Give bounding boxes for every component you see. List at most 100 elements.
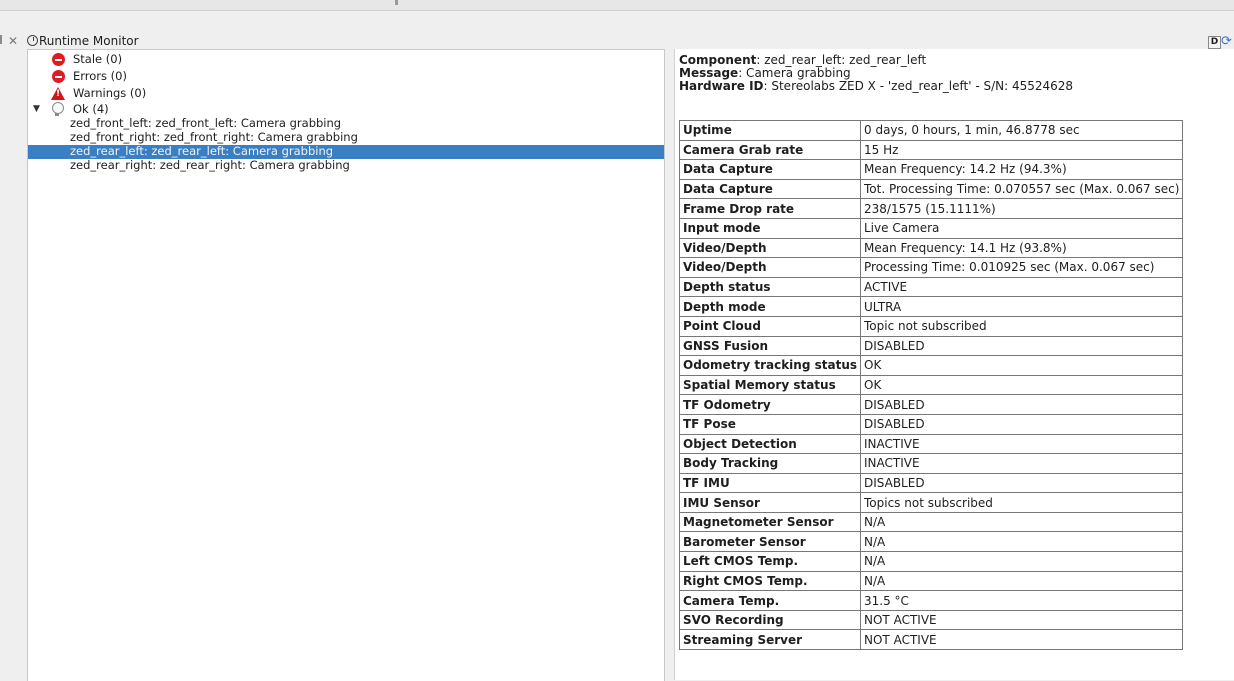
table-row: TF Pose DISABLED <box>679 413 1184 435</box>
table-row: Data Capture Mean Frequency: 14.2 Hz (94.… <box>679 159 1184 180</box>
table-row: Streaming Server NOT ACTIVE <box>679 629 1184 651</box>
tree-item-label: zed_front_right: zed_front_right: Camera… <box>70 130 358 144</box>
diagnostics-table: Uptime 0 days, 0 hours, 1 min, 46.8778 se… <box>679 120 1184 651</box>
tree-item-label: zed_rear_right: zed_rear_right: Camera g… <box>70 158 350 172</box>
table-key-cell: Streaming Server <box>679 629 861 651</box>
table-value-cell: N/A <box>859 531 1184 553</box>
table-value-cell: ULTRA <box>859 296 1184 317</box>
table-row: Object Detection INACTIVE <box>679 433 1184 455</box>
message-label: Message <box>679 66 739 80</box>
table-row: Camera Temp. 31.5 °C <box>679 590 1184 611</box>
tree-item-errors[interactable]: Errors (0) <box>28 69 664 84</box>
hardware-label: Hardware ID <box>679 79 764 93</box>
table-row: Left CMOS Temp. N/A <box>679 551 1184 572</box>
dock-grip[interactable] <box>0 35 2 44</box>
table-key-cell: Magnetometer Sensor <box>679 511 861 533</box>
table-key-cell: Depth status <box>679 276 861 298</box>
table-key-cell: GNSS Fusion <box>679 335 861 357</box>
list-item-selected[interactable]: zed_rear_left: zed_rear_left: Camera gra… <box>28 145 664 159</box>
table-value-cell: N/A <box>859 570 1184 592</box>
table-value-cell: Mean Frequency: 14.1 Hz (93.8%) <box>859 237 1184 259</box>
table-value-cell: NOT ACTIVE <box>859 629 1184 651</box>
list-item[interactable]: zed_front_left: zed_front_left: Camera g… <box>28 117 664 130</box>
table-key-cell: Uptime <box>679 120 861 141</box>
table-key-cell: Camera Grab rate <box>679 139 861 161</box>
table-value-cell: DISABLED <box>859 472 1184 494</box>
warning-triangle-icon <box>51 87 65 100</box>
table-row: Point Cloud Topic not subscribed <box>679 315 1184 337</box>
message-line: Message: Camera grabbing <box>679 67 851 79</box>
stop-icon <box>52 53 65 66</box>
table-key-cell: Body Tracking <box>679 453 861 474</box>
table-value-cell: Topics not subscribed <box>859 492 1184 513</box>
table-row: Video/Depth Mean Frequency: 14.1 Hz (93.8… <box>679 237 1184 259</box>
toolbar-marker <box>395 0 398 5</box>
table-value-cell: 15 Hz <box>859 139 1184 161</box>
monitor-power-icon <box>27 35 38 46</box>
list-item[interactable]: zed_rear_right: zed_rear_right: Camera g… <box>28 159 664 172</box>
table-key-cell: TF Odometry <box>679 394 861 415</box>
component-value: : zed_rear_left: zed_rear_left <box>756 53 927 67</box>
expand-arrow-icon[interactable]: ▼ <box>33 102 40 117</box>
table-value-cell: DISABLED <box>859 394 1184 415</box>
refresh-icon[interactable]: ⟳ <box>1221 35 1234 48</box>
table-key-cell: Data Capture <box>679 159 861 180</box>
tree-item-label: zed_rear_left: zed_rear_left: Camera gra… <box>70 144 334 158</box>
table-value-cell: 238/1575 (15.1111%) <box>859 198 1184 219</box>
table-key-cell: Data Capture <box>679 178 861 200</box>
table-value-cell: N/A <box>859 511 1184 533</box>
tree-item-warnings[interactable]: Warnings (0) <box>28 86 664 101</box>
status-tree[interactable]: Stale (0) Errors (0) Warnings (0) ▼ Ok (… <box>27 49 665 681</box>
tree-item-label: zed_front_left: zed_front_left: Camera g… <box>70 116 342 130</box>
table-key-cell: Frame Drop rate <box>679 198 861 219</box>
table-value-cell: OK <box>859 355 1184 376</box>
table-key-cell: Spatial Memory status <box>679 374 861 396</box>
table-value-cell: N/A <box>859 551 1184 572</box>
lightbulb-icon <box>52 102 64 116</box>
table-key-cell: TF IMU <box>679 472 861 494</box>
table-value-cell: ACTIVE <box>859 276 1184 298</box>
table-row: Uptime 0 days, 0 hours, 1 min, 46.8778 se… <box>679 120 1184 141</box>
table-row: Input mode Live Camera <box>679 217 1184 239</box>
table-value-cell: Tot. Processing Time: 0.070557 sec (Max.… <box>859 178 1184 200</box>
table-key-cell: TF Pose <box>679 413 861 435</box>
table-row: Magnetometer Sensor N/A <box>679 511 1184 533</box>
component-label: Component <box>679 53 757 67</box>
debug-button[interactable]: D <box>1208 36 1221 49</box>
table-row: Body Tracking INACTIVE <box>679 453 1184 474</box>
tree-item-stale[interactable]: Stale (0) <box>28 52 664 67</box>
table-key-cell: SVO Recording <box>679 609 861 631</box>
table-row: Depth mode ULTRA <box>679 296 1184 317</box>
table-value-cell: Topic not subscribed <box>859 315 1184 337</box>
table-row: Video/Depth Processing Time: 0.010925 sec… <box>679 257 1184 278</box>
table-row: Depth status ACTIVE <box>679 276 1184 298</box>
table-key-cell: Left CMOS Temp. <box>679 551 861 572</box>
table-value-cell: Live Camera <box>859 217 1184 239</box>
table-value-cell: NOT ACTIVE <box>859 609 1184 631</box>
table-row: SVO Recording NOT ACTIVE <box>679 609 1184 631</box>
tree-item-ok[interactable]: ▼ Ok (4) <box>28 102 664 117</box>
table-row: IMU Sensor Topics not subscribed <box>679 492 1184 513</box>
table-row: Data Capture Tot. Processing Time: 0.0705… <box>679 178 1184 200</box>
table-row: Spatial Memory status OK <box>679 374 1184 396</box>
table-key-cell: Barometer Sensor <box>679 531 861 553</box>
table-key-cell: Depth mode <box>679 296 861 317</box>
table-row: TF IMU DISABLED <box>679 472 1184 494</box>
table-value-cell: INACTIVE <box>859 433 1184 455</box>
tree-item-label: Warnings (0) <box>73 86 147 100</box>
table-key-cell: Right CMOS Temp. <box>679 570 861 592</box>
table-value-cell: INACTIVE <box>859 453 1184 474</box>
table-key-cell: Video/Depth <box>679 237 861 259</box>
table-value-cell: 31.5 °C <box>859 590 1184 611</box>
table-row: Frame Drop rate 238/1575 (15.1111%) <box>679 198 1184 219</box>
table-key-cell: Camera Temp. <box>679 590 861 611</box>
close-icon[interactable]: ✕ <box>8 33 18 49</box>
list-item[interactable]: zed_front_right: zed_front_right: Camera… <box>28 131 664 144</box>
table-value-cell: Mean Frequency: 14.2 Hz (94.3%) <box>859 159 1184 180</box>
table-row: Odometry tracking status OK <box>679 355 1184 376</box>
table-value-cell: 0 days, 0 hours, 1 min, 46.8778 sec <box>859 120 1184 141</box>
table-value-cell: DISABLED <box>859 335 1184 357</box>
table-row: Barometer Sensor N/A <box>679 531 1184 553</box>
details-panel: Component: zed_rear_left: zed_rear_left … <box>674 49 1234 680</box>
table-value-cell: Processing Time: 0.010925 sec (Max. 0.06… <box>859 257 1184 278</box>
